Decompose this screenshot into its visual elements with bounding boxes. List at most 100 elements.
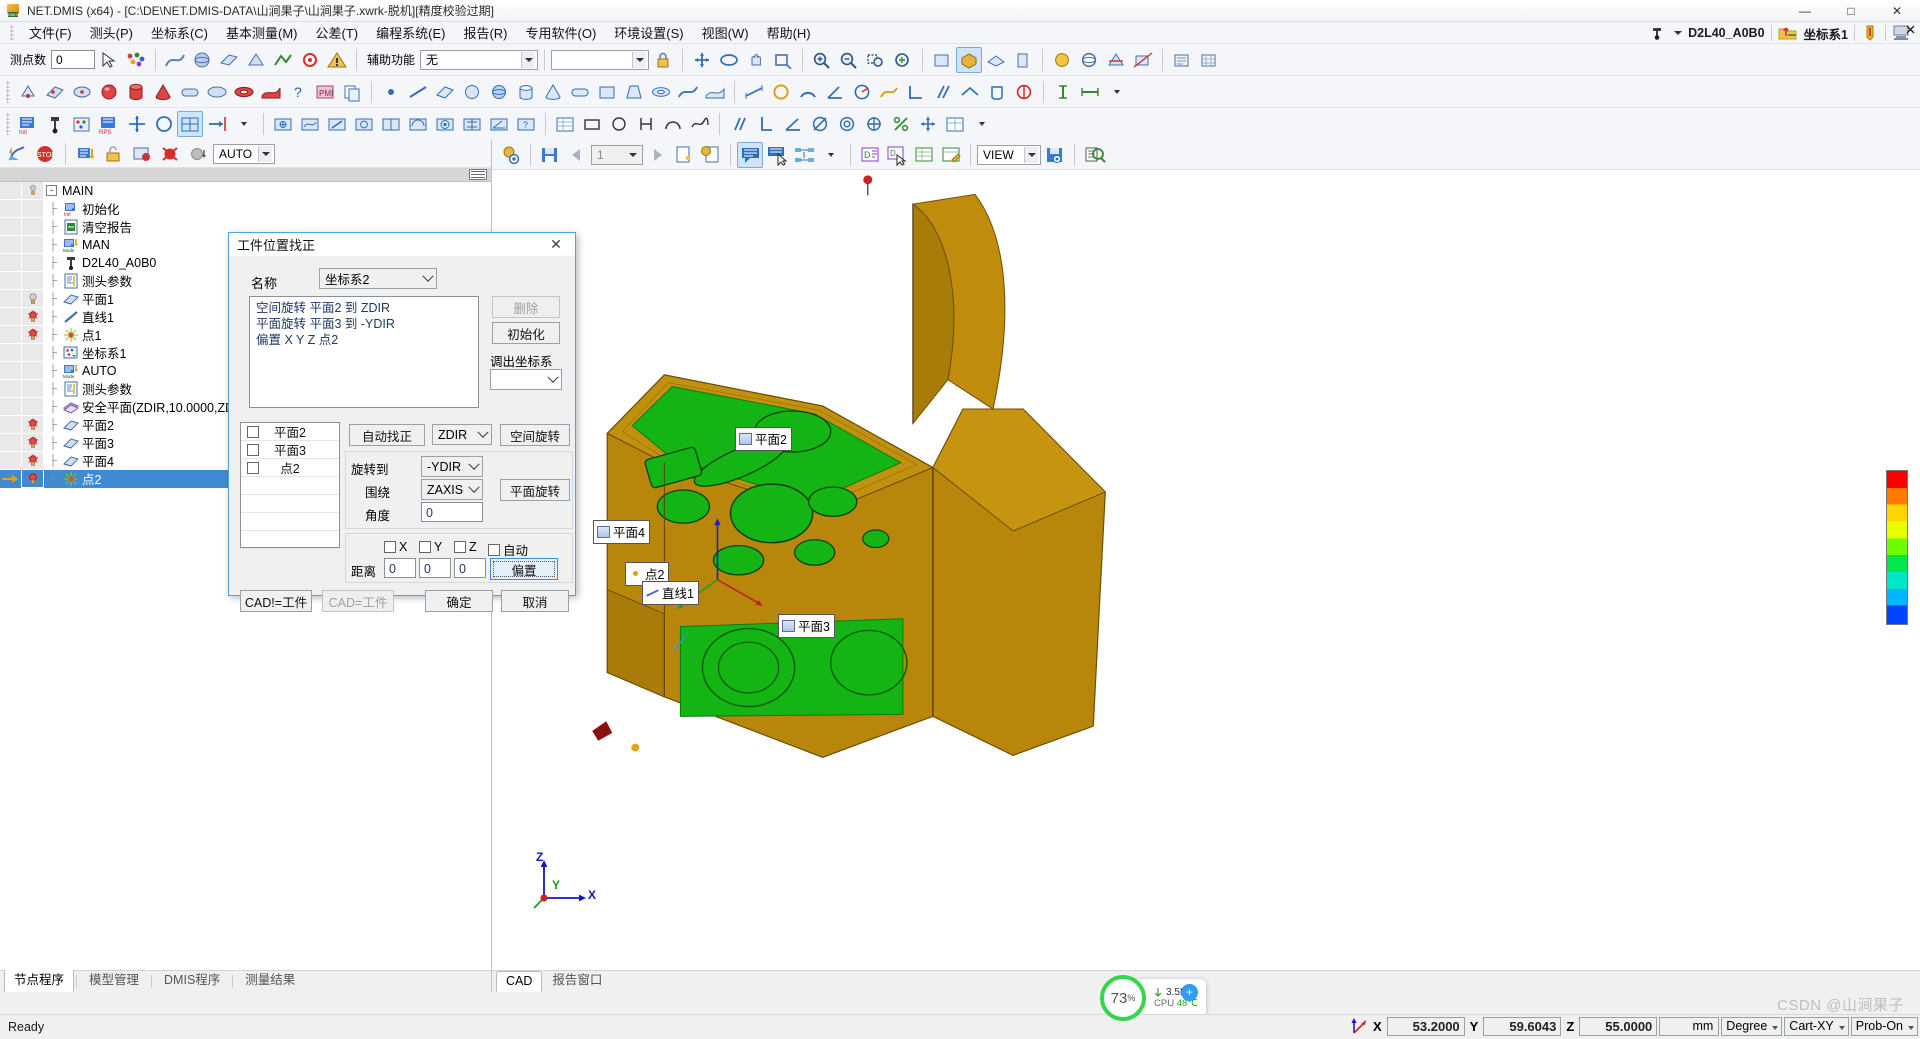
minimize-button[interactable]: — bbox=[1782, 0, 1828, 22]
menu-settings[interactable]: 环境设置(S) bbox=[605, 21, 692, 44]
geom-torus-icon[interactable] bbox=[648, 79, 674, 105]
measure-path-icon[interactable] bbox=[270, 47, 296, 73]
geom-circle-icon[interactable] bbox=[459, 79, 485, 105]
feature-plane-icon[interactable] bbox=[42, 79, 68, 105]
cad-model[interactable] bbox=[492, 170, 1920, 970]
cad-settings-icon[interactable] bbox=[1169, 47, 1195, 73]
temperature-icon[interactable] bbox=[1861, 24, 1879, 42]
sphere-feature-icon[interactable] bbox=[189, 47, 215, 73]
tol-conc-icon[interactable] bbox=[432, 111, 458, 137]
report-h-icon[interactable] bbox=[633, 111, 659, 137]
program-rps-icon[interactable]: RPS bbox=[96, 111, 122, 137]
feature-sphere-icon[interactable] bbox=[96, 79, 122, 105]
offset-auto-checkbox[interactable] bbox=[488, 543, 500, 556]
pointer-tool-icon[interactable] bbox=[96, 47, 122, 73]
auto-align-dir-combo[interactable]: ZDIR bbox=[432, 424, 492, 445]
cad-label-plane4[interactable]: 平面4 bbox=[593, 520, 650, 544]
probe-dropdown-icon[interactable] bbox=[1674, 31, 1683, 35]
menu-probe[interactable]: 测头(P) bbox=[81, 21, 142, 44]
save-view-icon[interactable] bbox=[1042, 142, 1068, 168]
ok-button[interactable]: 确定 bbox=[425, 590, 493, 612]
tol-pos-icon[interactable] bbox=[270, 111, 296, 137]
prev-page-icon[interactable] bbox=[564, 142, 590, 168]
distance-y-input[interactable]: 0 bbox=[419, 558, 451, 578]
unlock-icon[interactable] bbox=[101, 142, 127, 166]
dim-cyl-icon[interactable] bbox=[984, 79, 1010, 105]
offset-x-check-wrap[interactable]: X bbox=[384, 540, 407, 554]
visibility-bulb-icon[interactable] bbox=[22, 289, 44, 308]
wireframe-render-icon[interactable] bbox=[1076, 47, 1102, 73]
report-table-icon[interactable] bbox=[552, 111, 578, 137]
distance-x-input[interactable]: 0 bbox=[384, 558, 416, 578]
tol-profile-icon[interactable] bbox=[405, 111, 431, 137]
cad-eye-icon[interactable] bbox=[498, 142, 524, 168]
dim-circle-icon[interactable] bbox=[768, 79, 794, 105]
move-3d-icon[interactable] bbox=[689, 47, 715, 73]
csys-name-combo[interactable]: 坐标系2 bbox=[319, 268, 437, 289]
geom-slot-icon[interactable] bbox=[567, 79, 593, 105]
sym-perp-icon[interactable] bbox=[753, 111, 779, 137]
sym-percent-icon[interactable] bbox=[888, 111, 914, 137]
tree-item-1[interactable]: ├ Init 初始化 bbox=[0, 199, 491, 218]
feature-row[interactable]: 平面3 bbox=[241, 441, 339, 459]
page-settings-icon[interactable] bbox=[698, 142, 724, 168]
clip-plane-icon[interactable] bbox=[1130, 47, 1156, 73]
stop-program-icon[interactable]: STOP bbox=[32, 142, 58, 166]
rotate-to-combo[interactable]: -YDIR bbox=[421, 456, 483, 477]
view-iso-icon[interactable] bbox=[956, 46, 983, 73]
close-button[interactable]: ✕ bbox=[1874, 0, 1920, 22]
visibility-bulb-icon[interactable] bbox=[22, 307, 44, 326]
scatter-points-icon[interactable] bbox=[123, 47, 149, 73]
angle-unit-combo[interactable]: Degree bbox=[1721, 1016, 1783, 1036]
run-program-icon[interactable] bbox=[4, 142, 30, 166]
tree-expander[interactable]: - bbox=[46, 185, 57, 196]
visibility-bulb-icon[interactable] bbox=[22, 361, 44, 380]
menu-help[interactable]: 帮助(H) bbox=[758, 21, 820, 44]
sym-move-icon[interactable] bbox=[915, 111, 941, 137]
cancel-button[interactable]: 取消 bbox=[501, 590, 569, 612]
init-csys-button[interactable]: 初始化 bbox=[492, 322, 560, 344]
report-wave-icon[interactable] bbox=[687, 111, 713, 137]
geom-curve-icon[interactable] bbox=[675, 79, 701, 105]
visibility-bulb-icon[interactable] bbox=[22, 271, 44, 290]
report-edit-icon[interactable] bbox=[938, 142, 964, 168]
cad-viewport[interactable]: 平面2 平面4 点2 直线1 平面3 Z X Y bbox=[492, 170, 1920, 970]
geom-square-icon[interactable] bbox=[594, 79, 620, 105]
feature-row[interactable]: 点2 bbox=[241, 459, 339, 477]
geom-cone2-icon[interactable] bbox=[621, 79, 647, 105]
alignment-steps-list[interactable]: 空间旋转 平面2 到 ZDIR 平面旋转 平面3 到 -YDIR 偏置 X Y … bbox=[249, 296, 479, 408]
disconnect-machine-icon[interactable] bbox=[1892, 24, 1916, 42]
view-front-icon[interactable] bbox=[929, 47, 955, 73]
visibility-bulb-icon[interactable] bbox=[22, 415, 44, 434]
geom-sphere-icon[interactable] bbox=[486, 79, 512, 105]
tol-symm-icon[interactable] bbox=[459, 111, 485, 137]
geom-cone-icon[interactable] bbox=[540, 79, 566, 105]
report-circle-icon[interactable] bbox=[606, 111, 632, 137]
pan-icon[interactable] bbox=[743, 47, 769, 73]
visibility-bulb-icon[interactable] bbox=[22, 253, 44, 272]
section-view-icon[interactable] bbox=[1103, 47, 1129, 73]
offset-z-check-wrap[interactable]: Z bbox=[454, 540, 477, 554]
tol-angular-icon[interactable] bbox=[486, 111, 512, 137]
annotation-pick-icon[interactable] bbox=[764, 142, 790, 168]
program-align-icon[interactable] bbox=[177, 111, 203, 137]
page-number-combo[interactable]: 1 bbox=[591, 144, 643, 165]
feature-point-icon[interactable] bbox=[15, 79, 41, 105]
geom-plane-icon[interactable] bbox=[432, 79, 458, 105]
cad-grid-icon[interactable] bbox=[1196, 47, 1222, 73]
plane-rotate-button[interactable]: 平面旋转 bbox=[500, 479, 570, 501]
feature-checkbox[interactable] bbox=[247, 425, 259, 438]
feature-checkbox[interactable] bbox=[247, 443, 259, 456]
geom-line-icon[interactable] bbox=[405, 79, 431, 105]
program-probe-icon[interactable] bbox=[42, 111, 68, 137]
dim-parallel-icon[interactable] bbox=[930, 79, 956, 105]
tol-datum-icon[interactable] bbox=[378, 111, 404, 137]
feature-checkbox-list[interactable]: 平面2 平面3 点2 bbox=[240, 422, 340, 549]
program-align-arrow-icon[interactable] bbox=[204, 111, 230, 137]
offset-z-checkbox[interactable] bbox=[454, 541, 466, 553]
cad-label-plane2[interactable]: 平面2 bbox=[735, 427, 792, 451]
zoom-out-icon[interactable] bbox=[836, 47, 862, 73]
tol-form-icon[interactable] bbox=[297, 111, 323, 137]
dim-vert-icon[interactable] bbox=[1050, 79, 1076, 105]
tol-runout-icon[interactable] bbox=[351, 111, 377, 137]
